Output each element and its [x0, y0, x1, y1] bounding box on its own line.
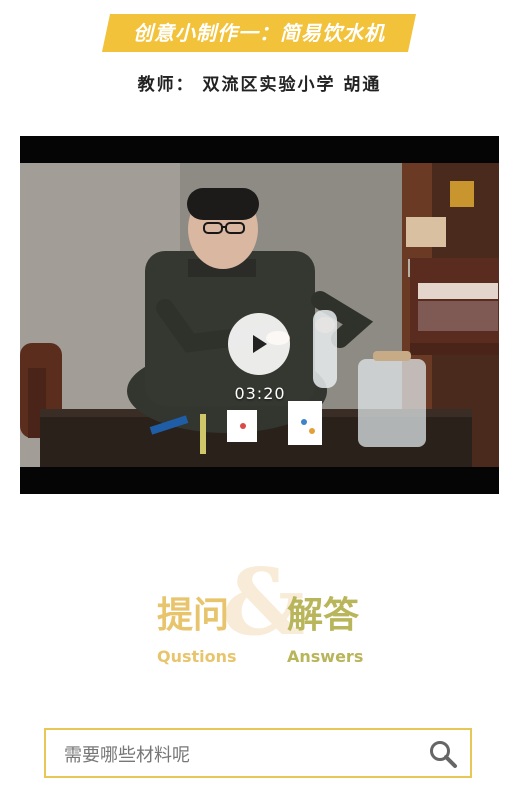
search-input[interactable]: [62, 740, 406, 770]
teacher-credit: 教师： 双流区实验小学 胡通: [137, 75, 382, 95]
questions-subtitle: Qustions: [157, 647, 237, 666]
answers-title: 解答: [287, 595, 360, 636]
search-box[interactable]: [44, 728, 472, 778]
play-icon: [253, 335, 267, 353]
video-player[interactable]: 03:20: [20, 136, 499, 494]
video-thumbnail[interactable]: 03:20: [20, 163, 499, 467]
answers-subtitle: Answers: [287, 647, 364, 666]
qa-heading: & 提问 解答 Qustions Answers: [0, 552, 519, 672]
video-duration: 03:20: [234, 384, 286, 403]
questions-title: 提问: [157, 595, 230, 636]
search-icon[interactable]: [426, 738, 460, 772]
page-title: 创意小制作一：简易饮水机: [133, 21, 385, 45]
play-button[interactable]: [228, 313, 290, 375]
